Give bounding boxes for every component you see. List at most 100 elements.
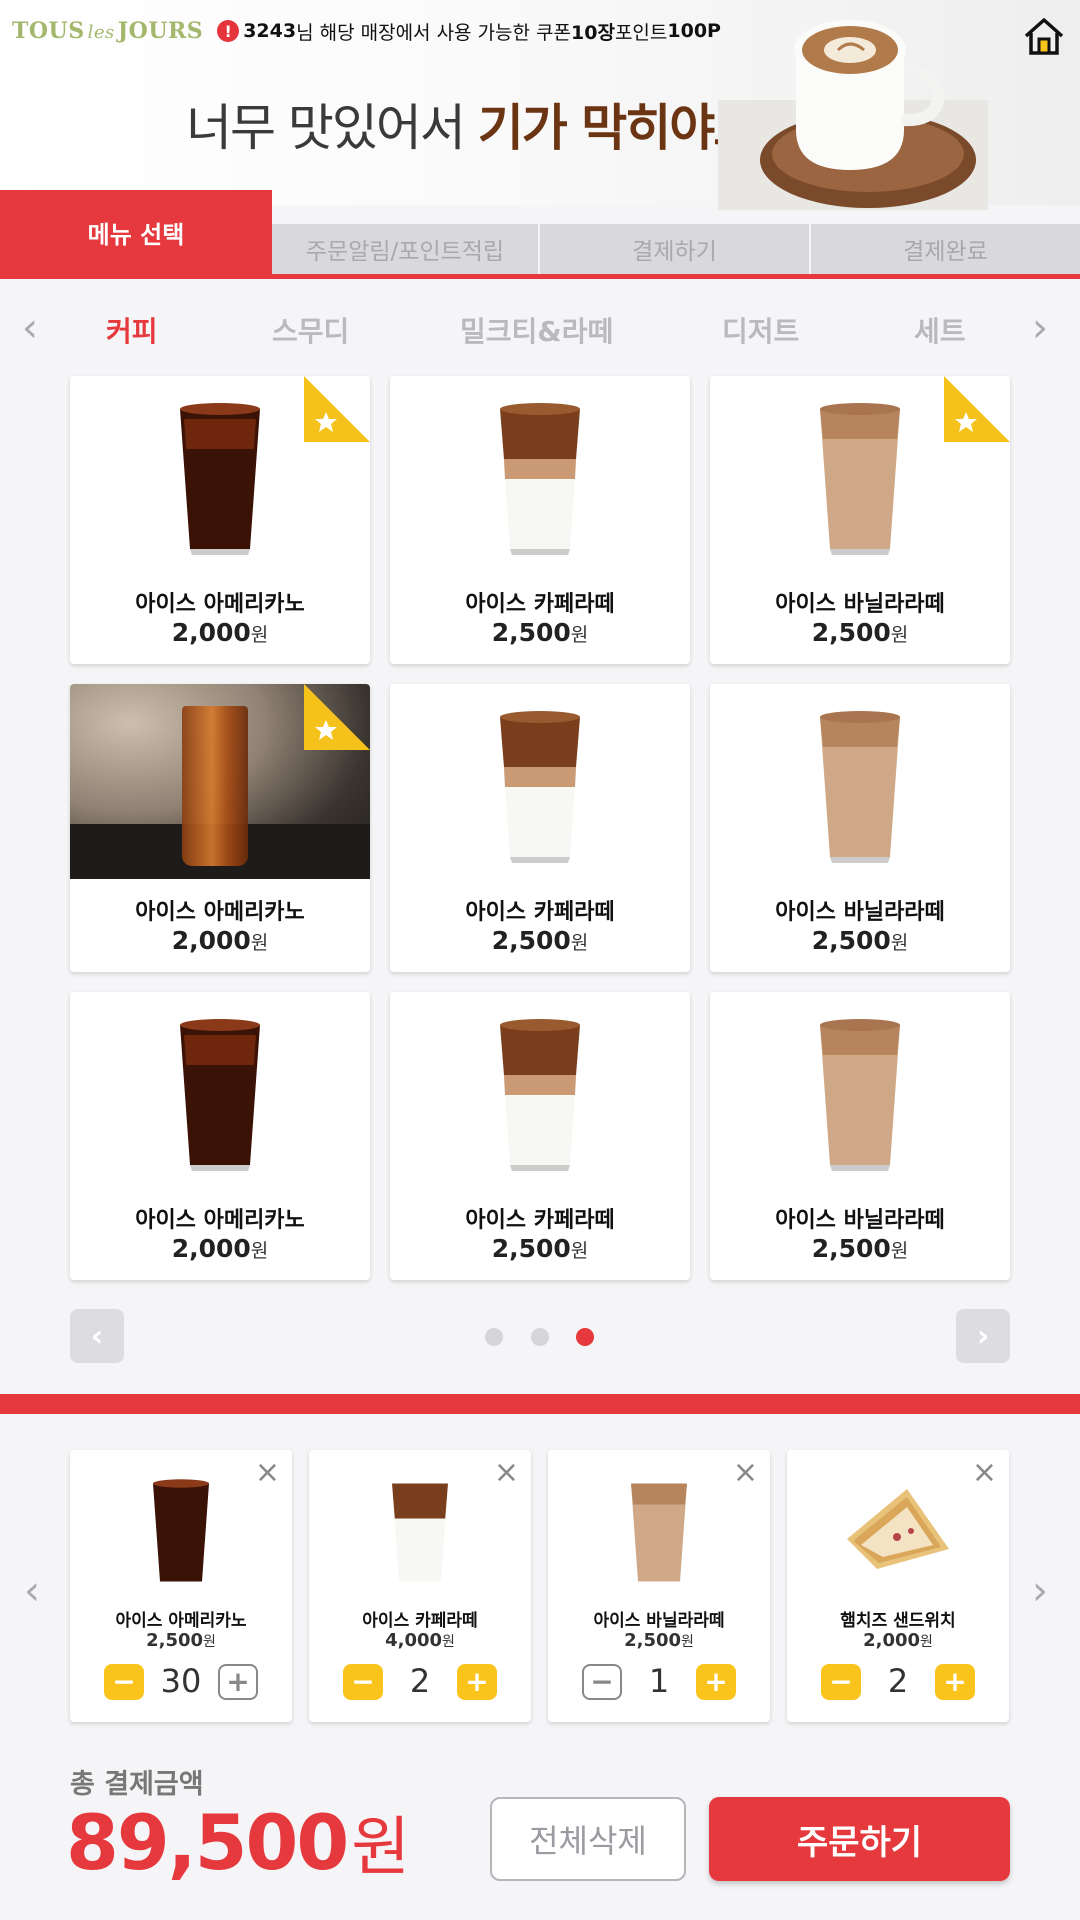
quantity-value: 2 (409, 1662, 431, 1700)
star-badge-icon (944, 376, 1010, 442)
menu-item[interactable]: 아이스 아메리카노 2,000원 (70, 992, 370, 1280)
remove-item-button[interactable]: × (255, 1458, 280, 1488)
quantity-value: 30 (160, 1662, 202, 1700)
quantity-value: 1 (648, 1662, 670, 1700)
menu-item-name: 아이스 아메리카노 (135, 592, 305, 617)
cart-next-arrow[interactable]: › (1032, 1568, 1048, 1614)
category-bar: ‹ 커피 스무디 밀크티&라떼 디저트 세트 › (0, 300, 1080, 360)
menu-item-price: 2,500원 (811, 618, 909, 647)
sandwich-image (837, 1464, 959, 1594)
cart-item-name: 아이스 카페라떼 (362, 1611, 478, 1631)
remove-item-button[interactable]: × (972, 1458, 997, 1488)
cart-item-name: 햄치즈 샌드위치 (840, 1611, 956, 1631)
menu-item-name: 아이스 카페라떼 (465, 1208, 615, 1233)
category-smoothie[interactable]: 스무디 (272, 310, 349, 350)
cafe-latte-image (359, 1464, 481, 1594)
cart-divider (0, 1394, 1080, 1414)
menu-item-name: 아이스 카페라떼 (465, 592, 615, 617)
brand-logo: TOUS les JOURS (12, 18, 204, 44)
menu-item[interactable]: 아이스 카페라떼 2,500원 (390, 992, 690, 1280)
step-payment: 결제하기 (540, 224, 809, 274)
menu-item-price: 2,500원 (491, 1234, 589, 1263)
total-amount: 89,500원 (66, 1798, 410, 1887)
menu-item-price: 2,500원 (491, 618, 589, 647)
increase-button[interactable]: + (935, 1664, 975, 1700)
home-icon[interactable] (1022, 14, 1066, 58)
menu-item-name: 아이스 아메리카노 (135, 1208, 305, 1233)
menu-item-name: 아이스 바닐라라떼 (775, 1208, 945, 1233)
page-dot-2[interactable] (531, 1328, 549, 1346)
vanilla-latte-image (598, 1464, 720, 1594)
quantity-stepper: − 1 + (548, 1662, 770, 1704)
steps-underline (0, 274, 1080, 279)
vanilla-latte-image (710, 992, 1010, 1187)
cart-item-price: 2,000원 (863, 1630, 933, 1651)
coupon-notice: ! 3243 님 해당 매장에서 사용 가능한 쿠폰 10장 포인트 100P (217, 18, 721, 45)
americano-image (120, 1464, 242, 1594)
remove-item-button[interactable]: × (733, 1458, 758, 1488)
menu-item[interactable]: 아이스 바닐라라떼 2,500원 (710, 684, 1010, 972)
vanilla-latte-image (710, 684, 1010, 879)
quantity-value: 2 (887, 1662, 909, 1700)
cart-item-name: 아이스 바닐라라떼 (593, 1611, 725, 1631)
cafe-latte-image (390, 992, 690, 1187)
star-badge-icon (304, 376, 370, 442)
menu-item[interactable]: 아이스 아메리카노 2,000원 (70, 684, 370, 972)
order-steps: 메뉴 선택 주문알림/포인트적립 결제하기 결제완료 (0, 190, 1080, 279)
increase-button[interactable]: + (696, 1664, 736, 1700)
increase-button[interactable]: + (218, 1664, 258, 1700)
quantity-stepper: − 2 + (309, 1662, 531, 1704)
page-next-button[interactable]: › (956, 1309, 1010, 1363)
category-coffee[interactable]: 커피 (106, 310, 158, 350)
banner-slogan: 너무 맛있어서 기가 막히야또 (186, 99, 759, 157)
menu-item-price: 2,000원 (171, 1234, 269, 1263)
menu-item-price: 2,000원 (171, 926, 269, 955)
menu-item-price: 2,500원 (491, 926, 589, 955)
category-next-arrow[interactable]: › (1032, 308, 1048, 348)
page-dot-3[interactable] (576, 1328, 594, 1346)
menu-item[interactable]: 아이스 카페라떼 2,500원 (390, 684, 690, 972)
cart-item: × 아이스 아메리카노 2,500원 − 30 + (70, 1450, 292, 1722)
cart-item: × 아이스 카페라떼 4,000원 − 2 + (309, 1450, 531, 1722)
menu-item[interactable]: 아이스 카페라떼 2,500원 (390, 376, 690, 664)
category-prev-arrow[interactable]: ‹ (22, 308, 38, 348)
step-notification-points: 주문알림/포인트적립 (272, 224, 538, 274)
category-dessert[interactable]: 디저트 (722, 310, 799, 350)
menu-item-name: 아이스 아메리카노 (135, 900, 305, 925)
alert-icon: ! (217, 20, 240, 42)
top-bar: TOUS les JOURS ! 3243 님 해당 매장에서 사용 가능한 쿠폰 … (0, 0, 1080, 62)
menu-item[interactable]: 아이스 바닐라라떼 2,500원 (710, 992, 1010, 1280)
order-button[interactable]: 주문하기 (709, 1797, 1010, 1881)
page-prev-button[interactable]: ‹ (70, 1309, 124, 1363)
cart-item-price: 2,500원 (624, 1630, 694, 1651)
cart-item-price: 2,500원 (146, 1630, 216, 1651)
cart-item: × 햄치즈 샌드위치 2,000원 − 2 + (787, 1450, 1009, 1722)
increase-button[interactable]: + (457, 1664, 497, 1700)
menu-item-name: 아이스 카페라떼 (465, 900, 615, 925)
quantity-stepper: − 30 + (70, 1662, 292, 1704)
menu-item-name: 아이스 바닐라라떼 (775, 900, 945, 925)
cart-item: × 아이스 바닐라라떼 2,500원 − 1 + (548, 1450, 770, 1722)
cafe-latte-image (390, 376, 690, 571)
menu-item-name: 아이스 바닐라라떼 (775, 592, 945, 617)
americano-image (70, 992, 370, 1187)
step-complete: 결제완료 (811, 224, 1080, 274)
remove-item-button[interactable]: × (494, 1458, 519, 1488)
menu-item-price: 2,500원 (811, 1234, 909, 1263)
star-badge-icon (304, 684, 370, 750)
cart-prev-arrow[interactable]: ‹ (24, 1568, 40, 1614)
category-milktea-latte[interactable]: 밀크티&라떼 (460, 310, 613, 350)
cart-item-name: 아이스 아메리카노 (115, 1611, 247, 1631)
cart-item-price: 4,000원 (385, 1630, 455, 1651)
cafe-latte-image (390, 684, 690, 879)
quantity-stepper: − 2 + (787, 1662, 1009, 1704)
menu-item[interactable]: 아이스 아메리카노 2,000원 (70, 376, 370, 664)
page-dot-1[interactable] (485, 1328, 503, 1346)
menu-item-price: 2,000원 (171, 618, 269, 647)
clear-all-button[interactable]: 전체삭제 (490, 1797, 686, 1881)
menu-item-price: 2,500원 (811, 926, 909, 955)
category-set[interactable]: 세트 (914, 310, 966, 350)
menu-item[interactable]: 아이스 바닐라라떼 2,500원 (710, 376, 1010, 664)
member-id: 3243 (243, 20, 297, 42)
step-menu-select: 메뉴 선택 (0, 190, 272, 274)
